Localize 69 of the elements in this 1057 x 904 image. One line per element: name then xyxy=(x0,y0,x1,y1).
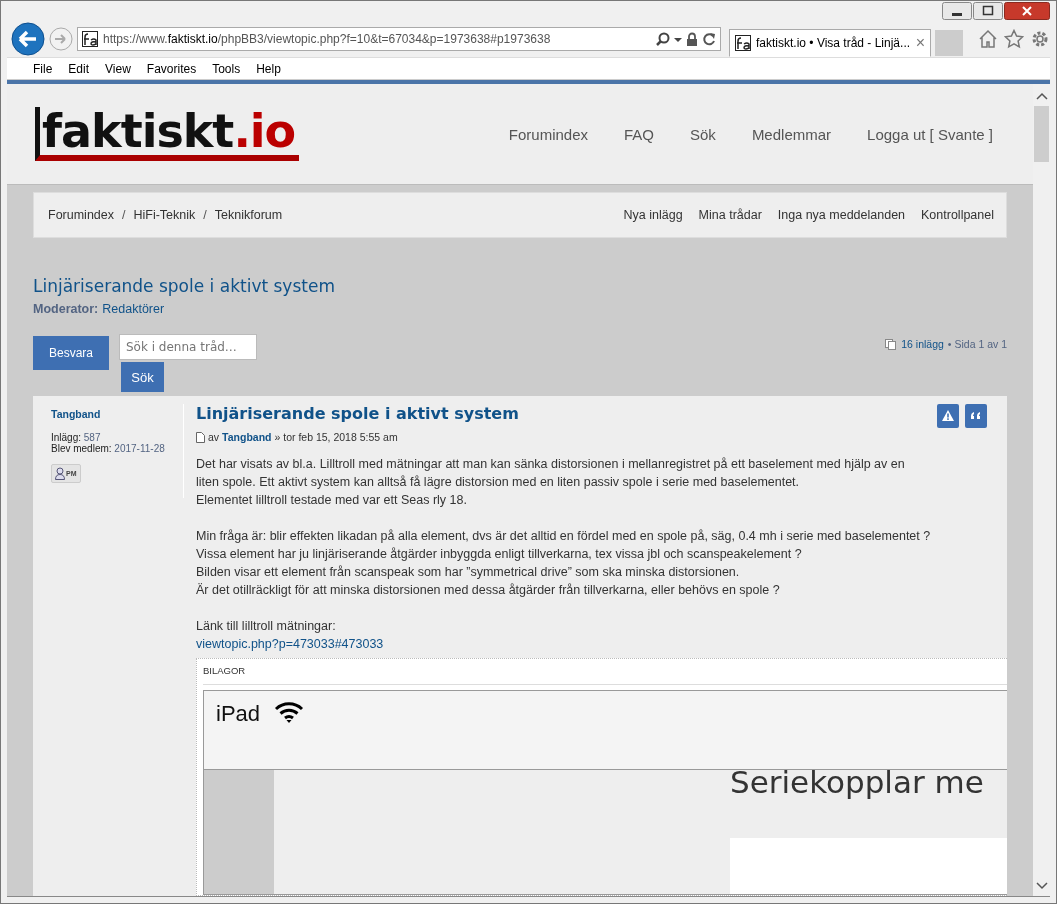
post-link[interactable]: viewtopic.php?p=473033#473033 xyxy=(196,637,384,651)
page-info: • Sida 1 av 1 xyxy=(947,338,1007,350)
lock-icon xyxy=(686,32,698,46)
author-link[interactable]: Tangband xyxy=(51,408,101,420)
search-field[interactable]: Sök i denna tråd… xyxy=(119,334,257,360)
moderator-link[interactable]: Redaktörer xyxy=(102,302,165,316)
quick-link[interactable]: Inga nya meddelanden xyxy=(777,208,906,222)
post-paragraph: Det har visats av bl.a. Lilltroll med mätningar att man kan sänka distorsionen i mellanregistret på ett baselement med hjälp av en liten spole. Ett aktivt system kan alltså få lägre distorsion med en liten passiv spole i serie med baselementet. Elementet lilltroll testade med var ett Seas rly 18. xyxy=(196,456,906,509)
back-icon[interactable] xyxy=(11,22,45,56)
post-count-link[interactable]: 16 inlägg xyxy=(901,338,944,350)
menu-item[interactable]: Help xyxy=(248,61,289,76)
post-title[interactable]: Linjäriserande spole i aktivt system xyxy=(196,404,519,423)
post-icon xyxy=(196,431,205,443)
search-button[interactable]: Sök xyxy=(121,362,164,392)
reply-button[interactable]: Besvara xyxy=(33,336,109,370)
scroll-down-icon[interactable] xyxy=(1035,882,1048,890)
report-warning-button[interactable] xyxy=(937,404,959,428)
wifi-icon xyxy=(274,701,305,723)
menu-item[interactable]: Edit xyxy=(60,61,98,76)
breadcrumb-separator: / xyxy=(122,208,126,222)
nav-link[interactable]: FAQ xyxy=(624,125,654,143)
moderator-label: Moderator: xyxy=(33,302,99,316)
screenshot-heading: Seriekopplar me xyxy=(730,764,985,800)
site-icon xyxy=(82,31,98,47)
breadcrumb-link[interactable]: HiFi-Teknik xyxy=(133,208,196,222)
url-text[interactable]: https://www.faktiskt.io/phpBB3/viewtopic.php?f=10&t=67034&p=1973638#p1973638 xyxy=(103,32,651,46)
nav-link[interactable]: Logga ut [ Svante ] xyxy=(867,125,993,143)
menu-item[interactable]: View xyxy=(97,61,139,76)
tab-title: faktiskt.io • Visa tråd - Linjä... xyxy=(756,36,911,50)
refresh-icon[interactable] xyxy=(702,32,716,46)
scrollbar-thumb[interactable] xyxy=(1034,106,1049,162)
quick-link[interactable]: Mina trådar xyxy=(698,208,762,222)
address-bar[interactable]: https://www.faktiskt.io/phpBB3/viewtopic.php?f=10&t=67034&p=1973638#p1973638 xyxy=(77,27,721,51)
favorites-star-icon[interactable] xyxy=(1004,29,1024,49)
close-icon[interactable] xyxy=(1004,2,1050,20)
minimize-icon[interactable] xyxy=(942,2,972,20)
breadcrumb-link[interactable]: Forumindex xyxy=(48,208,114,222)
quick-link[interactable]: Kontrollpanel xyxy=(921,208,994,222)
maximize-icon[interactable] xyxy=(973,2,1003,20)
breadcrumb-separator: / xyxy=(203,208,207,222)
breadcrumb-link[interactable]: Teknikforum xyxy=(214,208,283,222)
post-paragraph: Länk till lilltroll mätningar: xyxy=(196,618,337,635)
user-icon xyxy=(55,467,65,480)
menu-item[interactable]: File xyxy=(25,61,61,76)
attachments-heading: BILAGOR xyxy=(203,659,1007,685)
device-name: iPad xyxy=(216,701,261,727)
tab-close-button[interactable]: × xyxy=(915,35,925,51)
browser-tab[interactable]: faktiskt.io • Visa tråd - Linjä... × xyxy=(729,29,931,57)
quote-button[interactable] xyxy=(965,404,987,428)
posts-icon xyxy=(885,338,898,350)
author-link[interactable]: Tangband xyxy=(222,431,272,443)
menu-item[interactable]: Favorites xyxy=(138,61,205,76)
quick-link[interactable]: Nya inlägg xyxy=(623,208,683,222)
settings-icon[interactable] xyxy=(1030,29,1050,49)
nav-link[interactable]: Medlemmar xyxy=(751,125,832,143)
site-icon xyxy=(735,35,751,51)
nav-link[interactable]: Sök xyxy=(690,125,716,143)
post-date: » tor feb 15, 2018 5:55 am xyxy=(274,431,398,443)
post-paragraph: Min fråga är: blir effekten likadan på alla element, dvs är det alltid en fördel med en spole på, säg, 0.4 mh i serie med baselementet ? Vissa element har ju linjäriserande åtgärder inbyggda enligt tillverkarna, tex vissa jbl och scanspeakelement ? Bilden visar ett element från scanspeak som har ”symmetrical drive” som ska minska distorsionen. Är det otillräckligt för att minska distorsionen med dessa åtgärder från tillverkarna, eller behövs en spole ? xyxy=(196,528,932,599)
nav-link[interactable]: Forumindex xyxy=(508,125,588,143)
search-icon[interactable] xyxy=(656,32,670,46)
menu-item[interactable]: Tools xyxy=(204,61,249,76)
byline-text: av xyxy=(208,431,220,443)
scroll-up-icon[interactable] xyxy=(1035,92,1048,100)
profile-field: Blev medlem: 2017-11-28 xyxy=(51,443,165,454)
site-logo[interactable]: faktiskt.io xyxy=(35,107,300,161)
topic-title[interactable]: Linjäriserande spole i aktivt system xyxy=(33,276,1007,296)
home-icon[interactable] xyxy=(978,29,998,49)
profile-field: Inlägg: 587 xyxy=(51,432,165,443)
